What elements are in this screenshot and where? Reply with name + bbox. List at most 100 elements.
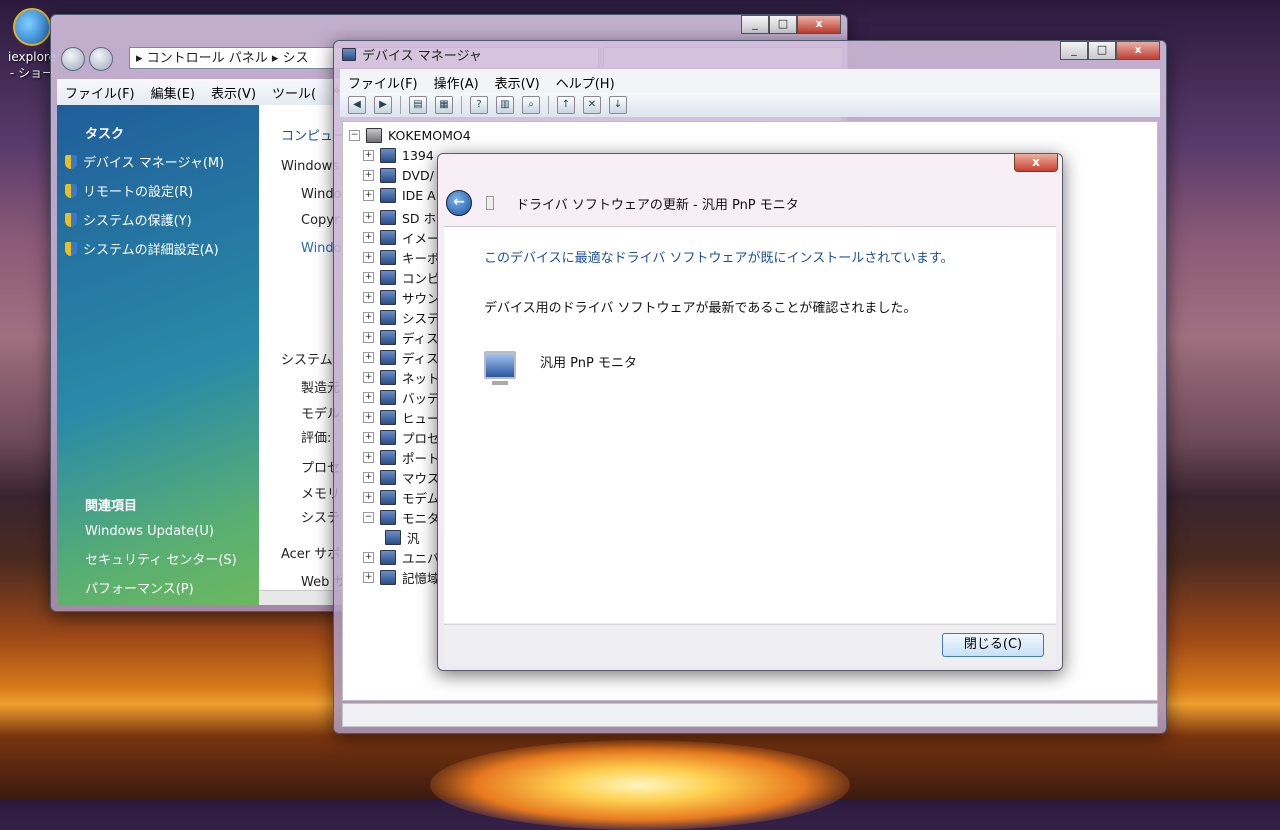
device-manager-icon [342, 48, 356, 61]
related-performance[interactable]: パフォーマンス(P) [85, 578, 237, 597]
main-text: 評価: [301, 431, 332, 446]
tree-root[interactable]: − KOKEMOMO4 [349, 128, 471, 143]
close-button[interactable]: x [797, 15, 841, 34]
help-icon[interactable]: ? [470, 96, 488, 114]
related-heading: 関連項目 [85, 499, 138, 514]
title-buttons: _ □ x [741, 15, 841, 34]
tree-category[interactable]: + DVD/ [363, 168, 434, 183]
close-button[interactable]: x [1116, 41, 1160, 60]
collapse-icon[interactable]: − [363, 512, 374, 523]
expand-icon[interactable]: + [363, 472, 374, 483]
tree-category[interactable]: + モデム [363, 488, 439, 507]
task-advanced[interactable]: システムの詳細設定(A) [65, 239, 259, 258]
tree-category[interactable]: + ディス [363, 328, 439, 347]
expand-icon[interactable]: + [363, 272, 374, 283]
expand-icon[interactable]: + [363, 332, 374, 343]
expand-icon[interactable]: + [363, 352, 374, 363]
window-title: デバイス マネージャ [342, 45, 482, 64]
dialog-heading: このデバイスに最適なドライバ ソフトウェアが既にインストールされています。 [484, 251, 954, 266]
minimize-button[interactable]: _ [741, 15, 769, 34]
expand-icon[interactable]: + [363, 170, 374, 181]
dialog-close-x[interactable]: x [1014, 154, 1058, 172]
tree-category[interactable]: + サウン [363, 288, 440, 307]
back-arrow-icon[interactable] [61, 47, 85, 71]
device-category-icon [380, 370, 396, 385]
menu-file[interactable]: ファイル(F) [348, 73, 418, 95]
dialog-footer: 閉じる(C) [444, 624, 1056, 665]
menu-view[interactable]: 表示(V) [211, 83, 256, 105]
related-windows-update[interactable]: Windows Update(U) [85, 524, 237, 539]
expand-icon[interactable]: + [363, 452, 374, 463]
tree-category[interactable]: + ユニバ [363, 548, 440, 567]
driver-update-dialog: x ← ドライバ ソフトウェアの更新 - 汎用 PnP モニタ このデバイスに最… [437, 153, 1063, 671]
expand-icon[interactable]: + [363, 190, 374, 201]
maximize-button[interactable]: □ [769, 15, 797, 34]
menu-action[interactable]: 操作(A) [434, 73, 479, 95]
related-security-center[interactable]: セキュリティ センター(S) [85, 549, 237, 568]
back-arrow-icon[interactable]: ← [446, 190, 472, 216]
menu-edit[interactable]: 編集(E) [151, 83, 195, 105]
tree-label: SD ホ [402, 211, 437, 226]
tree-category[interactable]: + 記憶域 [363, 568, 440, 587]
view-icon[interactable]: ▥ [496, 96, 514, 114]
tree-label: 1394 [402, 148, 434, 163]
tree-category[interactable]: + バッテ [363, 388, 440, 407]
expand-icon[interactable]: + [363, 292, 374, 303]
expand-icon[interactable]: + [363, 412, 374, 423]
expand-icon[interactable]: + [363, 232, 374, 243]
forward-arrow-icon[interactable]: ▶ [374, 96, 392, 114]
forward-arrow-icon[interactable] [89, 47, 113, 71]
expand-icon[interactable]: + [363, 552, 374, 563]
task-device-manager[interactable]: デバイス マネージャ(M) [65, 152, 259, 171]
scan-hardware-icon[interactable]: ⌕ [522, 96, 540, 114]
expand-icon[interactable]: + [363, 572, 374, 583]
expand-icon[interactable]: + [363, 312, 374, 323]
expand-icon[interactable]: + [363, 432, 374, 443]
tree-category[interactable]: + マウス [363, 468, 440, 487]
task-protection[interactable]: システムの保護(Y) [65, 210, 259, 229]
tree-category[interactable]: + IDE A [363, 188, 436, 203]
back-arrow-icon[interactable]: ◀ [348, 96, 366, 114]
expand-icon[interactable]: + [363, 252, 374, 263]
properties-icon[interactable]: ▦ [435, 96, 453, 114]
main-text: システム [281, 353, 333, 368]
device-category-icon [380, 410, 396, 425]
device-category-icon [380, 470, 396, 485]
expand-icon[interactable]: + [363, 212, 374, 223]
tree-category[interactable]: − モニタ [363, 508, 440, 527]
console-tree-icon[interactable]: ▤ [409, 96, 427, 114]
title-buttons: _ □ x [1060, 41, 1160, 60]
tree-category[interactable]: + コンピ [363, 268, 440, 287]
tree-label: バッテ [402, 391, 440, 406]
maximize-button[interactable]: □ [1088, 41, 1116, 60]
menu-tools[interactable]: ツール( [272, 83, 316, 105]
tree-category[interactable]: + プロセ [363, 428, 440, 447]
tree-device-generic-monitor[interactable]: 汎 [385, 528, 420, 547]
tree-label: DVD/ [402, 168, 434, 183]
uninstall-icon[interactable]: ✕ [583, 96, 601, 114]
tree-category[interactable]: + システ [363, 308, 440, 327]
close-dialog-button[interactable]: 閉じる(C) [942, 633, 1044, 657]
menu-file[interactable]: ファイル(F) [65, 83, 135, 105]
tree-category[interactable]: + ネット [363, 368, 440, 387]
disable-icon[interactable]: ↓ [609, 96, 627, 114]
collapse-icon[interactable]: − [349, 130, 360, 141]
menu-view[interactable]: 表示(V) [495, 73, 540, 95]
main-text: Windows [281, 159, 340, 174]
tree-category[interactable]: +1394 [363, 148, 434, 163]
tree-category[interactable]: + ポート [363, 448, 440, 467]
expand-icon[interactable]: + [363, 150, 374, 161]
expand-icon[interactable]: + [363, 492, 374, 503]
update-driver-icon[interactable]: ↑ [557, 96, 575, 114]
tree-category[interactable]: + イメー [363, 228, 440, 247]
task-remote[interactable]: リモートの設定(R) [65, 181, 259, 200]
device-name: 汎用 PnP モニタ [540, 356, 637, 371]
tree-category[interactable]: + ヒュー [363, 408, 440, 427]
tree-category[interactable]: + ディス [363, 348, 439, 367]
expand-icon[interactable]: + [363, 392, 374, 403]
minimize-button[interactable]: _ [1060, 41, 1088, 60]
tree-category[interactable]: + SD ホ [363, 208, 436, 227]
tree-category[interactable]: + キーボ [363, 248, 440, 267]
expand-icon[interactable]: + [363, 372, 374, 383]
menu-help[interactable]: ヘルプ(H) [556, 73, 615, 95]
